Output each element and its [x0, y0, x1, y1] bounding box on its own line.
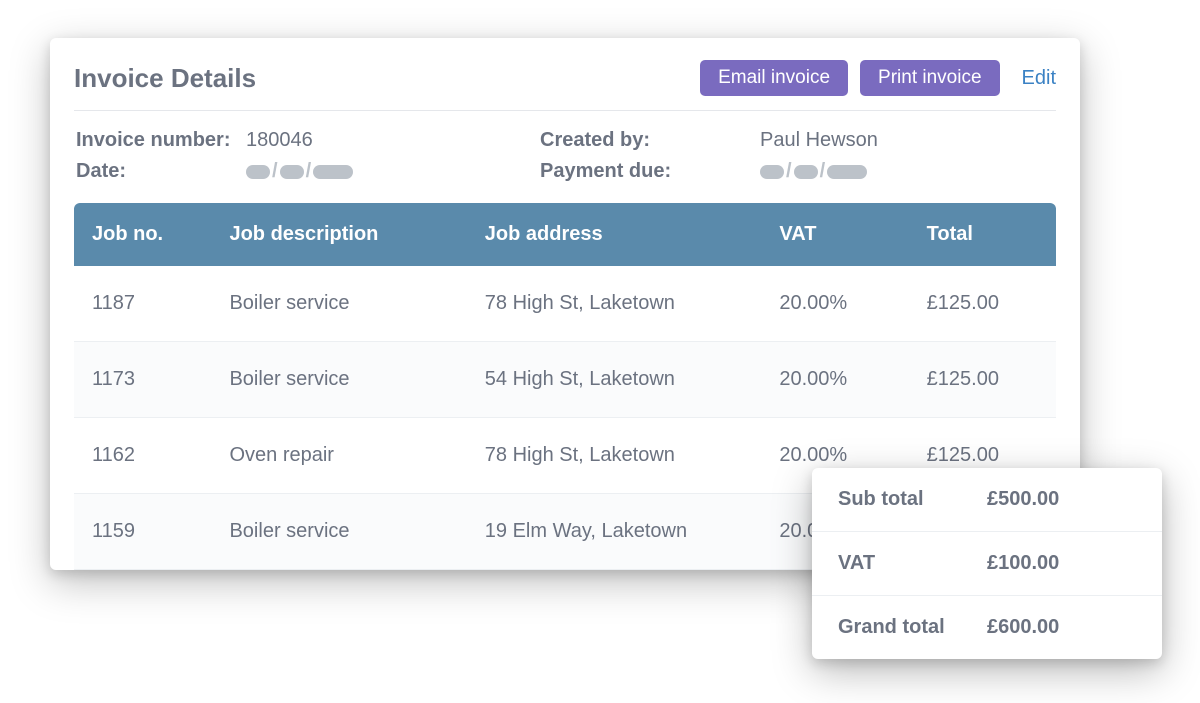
invoice-number-label: Invoice number:: [76, 129, 246, 152]
cell-total: £125.00: [909, 266, 1056, 342]
date-label: Date:: [76, 160, 246, 185]
card-header: Invoice Details Email invoice Print invo…: [74, 60, 1056, 111]
email-invoice-button[interactable]: Email invoice: [700, 60, 848, 96]
cell-description: Boiler service: [211, 341, 466, 417]
cell-job-no: 1173: [74, 341, 211, 417]
cell-description: Oven repair: [211, 417, 466, 493]
grand-total-row: Grand total £600.00: [812, 596, 1162, 659]
subtotal-row: Sub total £500.00: [812, 468, 1162, 532]
subtotal-label: Sub total: [838, 488, 987, 511]
cell-job-no: 1187: [74, 266, 211, 342]
vat-row: VAT £100.00: [812, 532, 1162, 596]
date-value: //: [246, 160, 540, 185]
subtotal-value: £500.00: [987, 488, 1136, 511]
created-by-value: Paul Hewson: [760, 129, 1054, 152]
cell-vat: 20.00%: [761, 266, 908, 342]
header-actions: Email invoice Print invoice Edit: [700, 60, 1056, 96]
col-job-address: Job address: [467, 203, 762, 266]
cell-job-no: 1162: [74, 417, 211, 493]
cell-job-no: 1159: [74, 493, 211, 569]
col-total: Total: [909, 203, 1056, 266]
cell-address: 54 High St, Laketown: [467, 341, 762, 417]
cell-total: £125.00: [909, 341, 1056, 417]
cell-address: 78 High St, Laketown: [467, 417, 762, 493]
totals-card: Sub total £500.00 VAT £100.00 Grand tota…: [812, 468, 1162, 659]
invoice-number-value: 180046: [246, 129, 540, 152]
col-job-description: Job description: [211, 203, 466, 266]
vat-total-value: £100.00: [987, 552, 1136, 575]
edit-link[interactable]: Edit: [1022, 67, 1056, 90]
table-row: 1173 Boiler service 54 High St, Laketown…: [74, 341, 1056, 417]
cell-description: Boiler service: [211, 493, 466, 569]
invoice-meta: Invoice number: 180046 Created by: Paul …: [74, 111, 1056, 203]
col-job-no: Job no.: [74, 203, 211, 266]
redacted-date: //: [246, 160, 353, 183]
cell-address: 19 Elm Way, Laketown: [467, 493, 762, 569]
page-title: Invoice Details: [74, 63, 256, 94]
payment-due-value: //: [760, 160, 1054, 185]
cell-vat: 20.00%: [761, 341, 908, 417]
created-by-label: Created by:: [540, 129, 760, 152]
table-header-row: Job no. Job description Job address VAT …: [74, 203, 1056, 266]
vat-total-label: VAT: [838, 552, 987, 575]
grand-total-value: £600.00: [987, 616, 1136, 639]
payment-due-label: Payment due:: [540, 160, 760, 185]
print-invoice-button[interactable]: Print invoice: [860, 60, 1000, 96]
grand-total-label: Grand total: [838, 616, 987, 639]
redacted-payment-due: //: [760, 160, 867, 183]
cell-description: Boiler service: [211, 266, 466, 342]
cell-address: 78 High St, Laketown: [467, 266, 762, 342]
table-row: 1187 Boiler service 78 High St, Laketown…: [74, 266, 1056, 342]
col-vat: VAT: [761, 203, 908, 266]
